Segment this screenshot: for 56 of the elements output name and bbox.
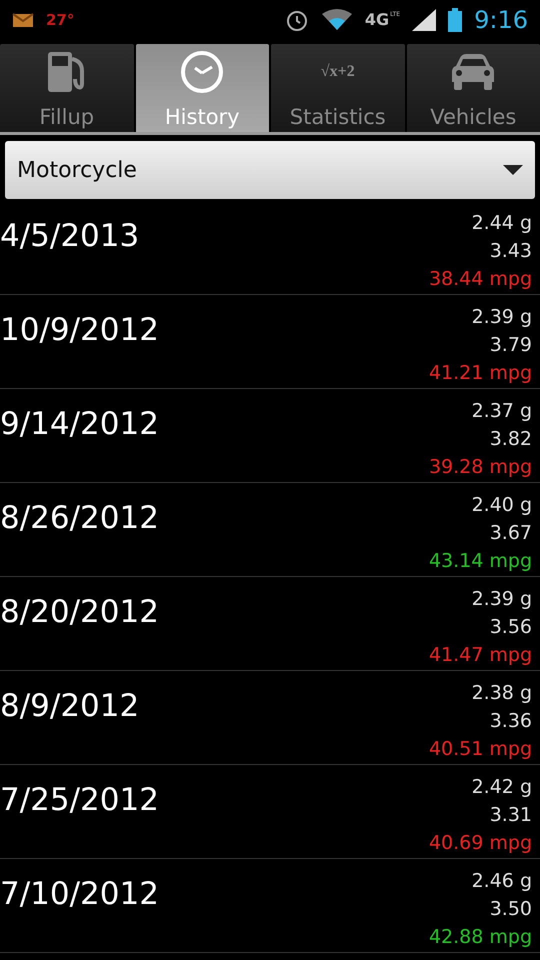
- clock-icon: [179, 48, 226, 95]
- mpg-text: 42.88 mpg: [428, 925, 532, 950]
- price-text: 3.43: [490, 239, 532, 264]
- vehicle-dropdown[interactable]: Motorcycle: [5, 141, 535, 199]
- mpg-text: 41.21 mpg: [428, 361, 532, 386]
- mpg-text: 41.47 mpg: [428, 643, 532, 668]
- date-text: 8/20/2012: [0, 593, 160, 632]
- formula-icon: √x+2: [320, 64, 355, 80]
- alarm-icon: [284, 8, 309, 32]
- gallons-text: 2.46 g: [472, 869, 532, 894]
- mpg-text: 43.14 mpg: [428, 549, 532, 574]
- gallons-text: 2.40 g: [472, 493, 532, 518]
- price-text: 3.36: [490, 709, 532, 734]
- history-row[interactable]: 8/9/2012 2.38 g 3.36 40.51 mpg: [0, 671, 540, 765]
- date-text: 10/9/2012: [0, 311, 160, 350]
- tab[interactable]: √x+2 Statistics: [271, 44, 404, 132]
- date-text: 8/26/2012: [0, 499, 160, 538]
- gallons-text: 2.42 g: [472, 775, 532, 800]
- price-text: 3.67: [490, 521, 532, 546]
- gallons-text: 2.44 g: [472, 211, 532, 236]
- history-row[interactable]: 7/10/2012 2.46 g 3.50 42.88 mpg: [0, 859, 540, 953]
- price-text: 3.50: [490, 897, 532, 922]
- date-text: 7/10/2012: [0, 875, 160, 914]
- mail-icon: [12, 11, 34, 29]
- history-row[interactable]: 9/14/2012 2.37 g 3.82 39.28 mpg: [0, 389, 540, 483]
- history-row[interactable]: 10/9/2012 2.39 g 3.79 41.21 mpg: [0, 295, 540, 389]
- price-text: 3.31: [490, 803, 532, 828]
- dropdown-caret-icon: [503, 165, 523, 175]
- mpg-text: 40.69 mpg: [428, 831, 532, 856]
- mpg-text: 40.51 mpg: [428, 737, 532, 762]
- battery-icon: [448, 8, 462, 32]
- signal-icon: [412, 9, 436, 31]
- mpg-text: 39.28 mpg: [428, 455, 532, 480]
- history-row[interactable]: 8/26/2012 2.40 g 3.67 43.14 mpg: [0, 483, 540, 577]
- clock-time: 9:16: [474, 5, 528, 36]
- date-text: 9/14/2012: [0, 405, 160, 444]
- price-text: 3.56: [490, 615, 532, 640]
- tab[interactable]: Fillup: [0, 44, 134, 132]
- mpg-text: 38.44 mpg: [428, 267, 532, 292]
- date-text: 7/25/2012: [0, 781, 160, 820]
- network-text: 4G: [364, 12, 390, 28]
- price-text: 3.79: [490, 333, 532, 358]
- gallons-text: 2.37 g: [472, 399, 532, 424]
- date-text: 4/5/2013: [0, 217, 140, 256]
- gallons-text: 2.38 g: [472, 681, 532, 706]
- history-row[interactable]: 7/25/2012 2.42 g 3.31 40.69 mpg: [0, 765, 540, 859]
- car-icon: [450, 52, 496, 92]
- tab[interactable]: Vehicles: [406, 44, 540, 132]
- date-text: 8/9/2012: [0, 687, 140, 726]
- temperature-text: 27°: [46, 10, 74, 31]
- history-row[interactable]: 4/5/2013 2.44 g 3.43 38.44 mpg: [0, 201, 540, 295]
- gallons-text: 2.39 g: [472, 305, 532, 330]
- gallons-text: 2.39 g: [472, 587, 532, 612]
- price-text: 3.82: [490, 427, 532, 452]
- wifi-icon: [320, 8, 353, 32]
- history-row[interactable]: 8/20/2012 2.39 g 3.56 41.47 mpg: [0, 577, 540, 671]
